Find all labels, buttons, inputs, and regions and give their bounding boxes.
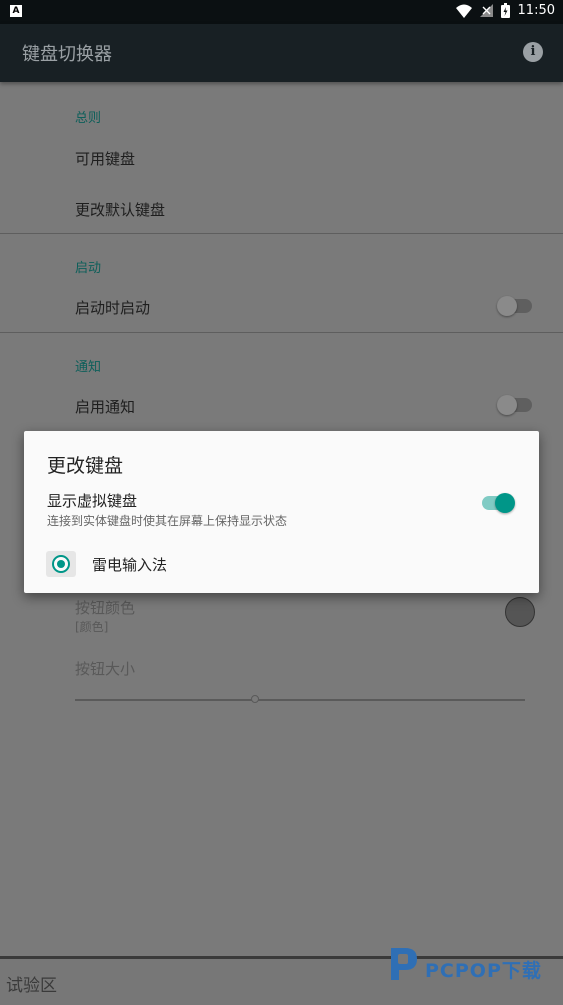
show-virtual-keyboard-switch[interactable]	[482, 493, 515, 513]
enable-notification-switch[interactable]	[497, 395, 532, 415]
keyboard-option-label[interactable]: 雷电输入法	[92, 554, 167, 575]
divider	[0, 332, 563, 333]
info-icon[interactable]: i	[523, 42, 543, 62]
wifi-icon	[455, 4, 472, 18]
radio-selected-dot	[57, 560, 65, 568]
button-size-slider-track[interactable]	[75, 699, 525, 701]
change-keyboard-dialog: 更改键盘 显示虚拟键盘 连接到实体键盘时使其在屏幕上保持显示状态 雷电输入法	[24, 431, 539, 593]
pref-start-on-boot[interactable]: 启动时启动	[75, 297, 150, 318]
pref-button-color[interactable]: 按钮颜色	[75, 597, 135, 618]
status-bar: A 11:50	[0, 0, 563, 24]
start-on-boot-switch[interactable]	[497, 296, 532, 316]
battery-icon	[500, 3, 510, 18]
button-color-swatch[interactable]	[505, 597, 535, 627]
keyboard-radio-button[interactable]	[52, 555, 70, 573]
pcpop-logo-icon	[391, 948, 417, 980]
pref-change-default-keyboard[interactable]: 更改默认键盘	[75, 199, 165, 220]
switch-knob	[497, 395, 517, 415]
radio-highlight	[46, 551, 76, 577]
pref-available-keyboards[interactable]: 可用键盘	[75, 148, 135, 169]
pref-button-size: 按钮大小	[75, 660, 136, 678]
show-virtual-keyboard-label[interactable]: 显示虚拟键盘	[47, 490, 137, 511]
app-bar: 键盘切换器 i	[0, 24, 563, 82]
watermark: PCPOP下载	[385, 944, 563, 992]
watermark-brand: PCPOP下载	[425, 960, 542, 982]
show-virtual-keyboard-summary: 连接到实体键盘时使其在屏幕上保持显示状态	[47, 514, 288, 528]
test-area-label[interactable]: 试验区	[6, 971, 57, 996]
app-title: 键盘切换器	[22, 44, 112, 65]
switch-knob	[497, 296, 517, 316]
dialog-title: 更改键盘	[47, 455, 124, 477]
clock: 11:50	[517, 3, 555, 18]
switch-knob	[495, 493, 515, 513]
divider	[0, 233, 563, 234]
button-size-slider-thumb[interactable]	[251, 695, 259, 703]
pref-enable-notification[interactable]: 启用通知	[75, 396, 135, 417]
pref-button-color-summary: [颜色]	[75, 620, 109, 634]
section-header-notification: 通知	[75, 360, 102, 375]
status-icons: 11:50	[455, 3, 555, 18]
notification-badge-icon: A	[10, 5, 22, 17]
signal-icon	[479, 4, 493, 17]
section-header-general: 总则	[75, 111, 102, 126]
section-header-startup: 启动	[75, 261, 102, 276]
